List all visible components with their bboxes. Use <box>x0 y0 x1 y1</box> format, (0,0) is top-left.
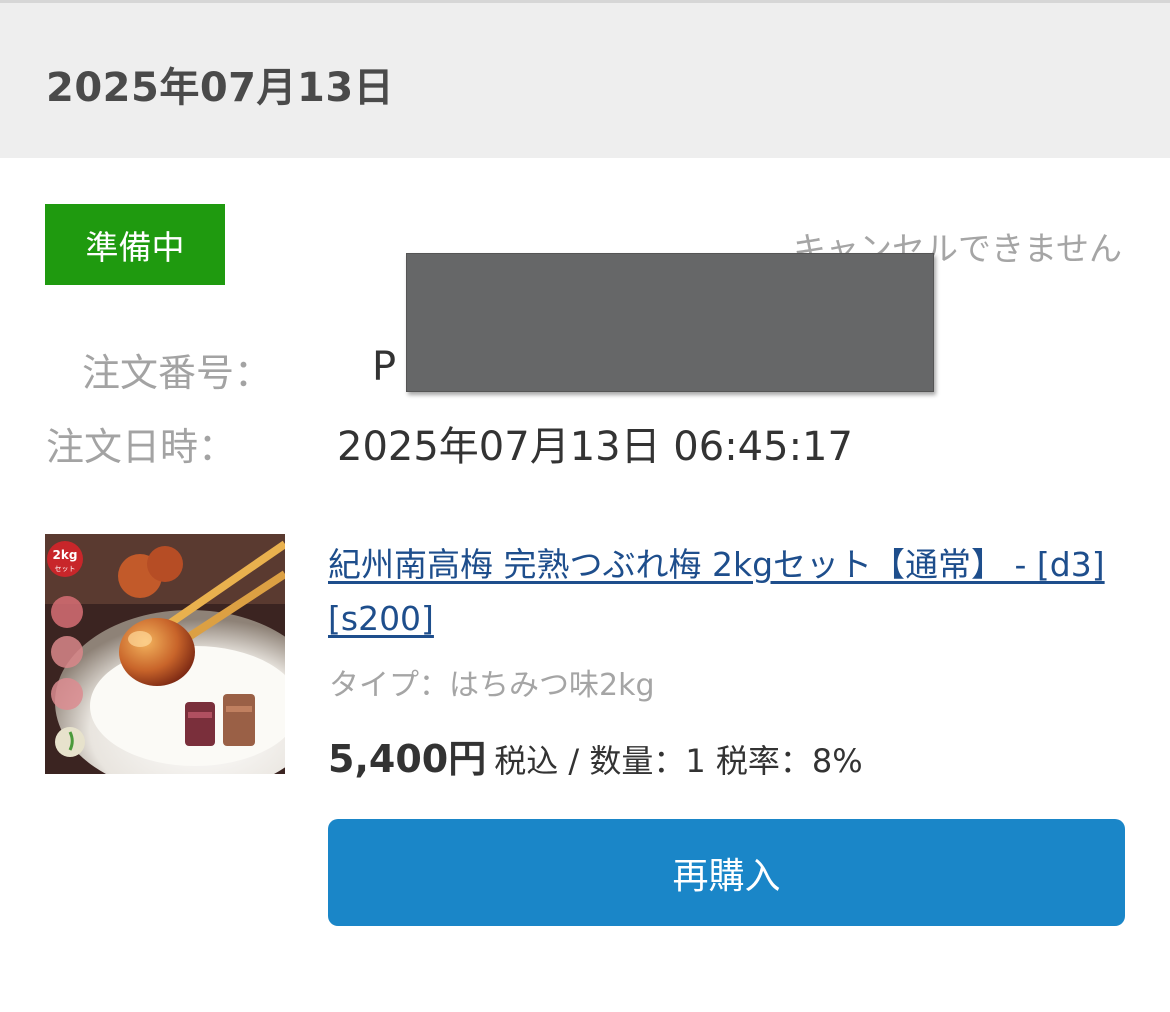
date-section-header: 2025年07月13日 <box>0 3 1170 158</box>
product-price: 5,400円 <box>328 737 487 781</box>
section-date: 2025年07月13日 <box>46 65 395 111</box>
image-badge-bottom: セット <box>55 565 76 573</box>
order-number-label: 注文番号： <box>82 351 273 395</box>
order-history-page: 2025年07月13日 準備中 キャンセルできません 注文番号： P 注文日時：… <box>0 0 1170 1012</box>
redaction-box <box>406 253 934 392</box>
product-type: タイプ：はちみつ味2kg <box>329 668 655 703</box>
product-title-link[interactable]: 紀州南高梅 完熟つぶれ梅 2kgセット【通常】 - [d3][s200] <box>328 538 1118 646</box>
status-badge: 準備中 <box>45 204 225 285</box>
product-thumbnail-image[interactable]: 2kg セット <box>45 534 285 774</box>
price-row: 5,400円 税込 / 数量：1 税率：8% <box>328 728 863 783</box>
order-date-label: 注文日時： <box>46 425 237 469</box>
product-photo: 2kg セット <box>45 534 285 774</box>
price-details: 税込 / 数量：1 税率：8% <box>494 742 863 780</box>
order-date-value: 2025年07月13日 06:45:17 <box>337 424 853 470</box>
order-number-value: P <box>372 344 397 390</box>
image-badge-top: 2kg <box>53 548 78 562</box>
rebuy-button[interactable]: 再購入 <box>328 819 1125 926</box>
